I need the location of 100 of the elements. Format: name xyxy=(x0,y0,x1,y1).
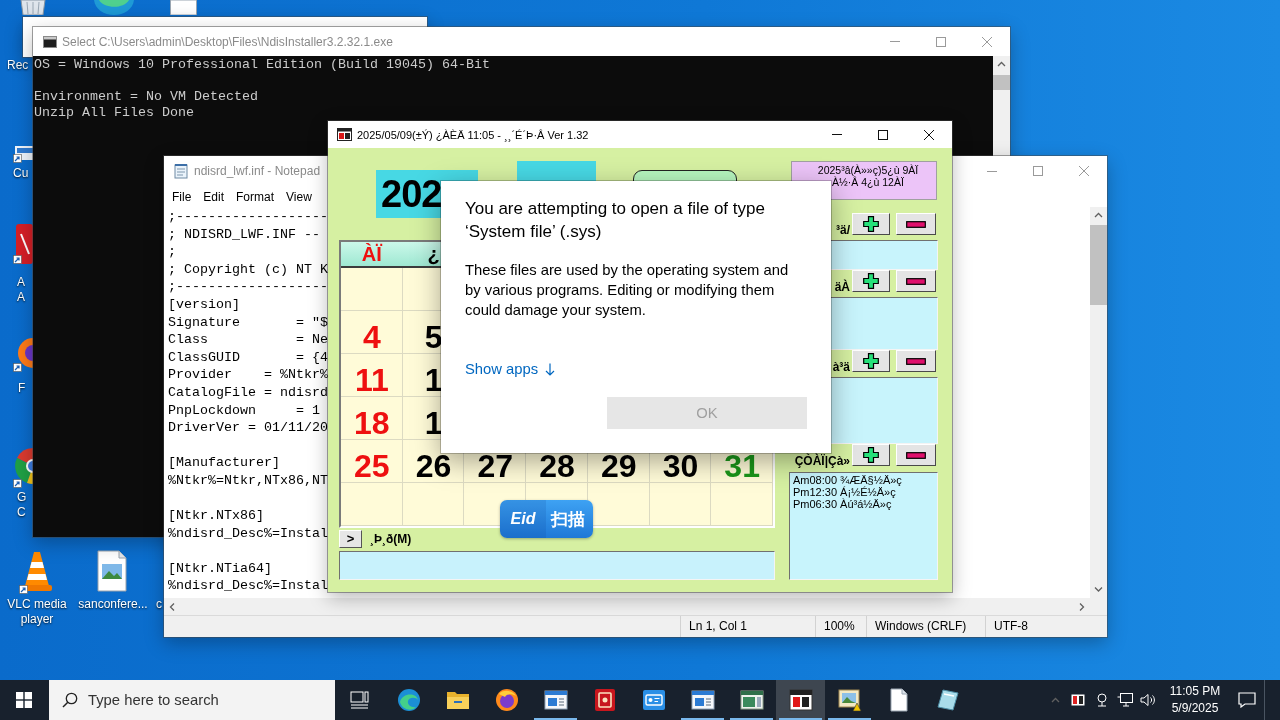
minus-icon xyxy=(906,220,926,228)
memo-field[interactable] xyxy=(339,551,775,580)
network-icon[interactable] xyxy=(1117,693,1133,707)
shortcut-icon[interactable] xyxy=(13,224,33,266)
add-button[interactable] xyxy=(852,350,890,372)
icon-label[interactable]: Rec xyxy=(7,58,33,73)
date-number[interactable]: 25 xyxy=(354,454,390,477)
search-field[interactable]: Type here to search xyxy=(49,680,335,720)
date-number[interactable]: 5 xyxy=(424,325,443,348)
date-number[interactable]: 18 xyxy=(354,411,390,434)
list-entry[interactable]: Pm12:30 Á¡½É½Ä»ç xyxy=(793,486,896,498)
scan-button[interactable]: Eid 扫描 xyxy=(500,500,593,538)
remove-button[interactable] xyxy=(896,444,936,466)
clock-time[interactable]: 11:05 PM xyxy=(1169,683,1221,700)
section-label: ³ä/ xyxy=(835,224,850,237)
text-line: %ndisrd_Desc%=Instal xyxy=(168,577,328,596)
remove-button[interactable] xyxy=(896,213,936,235)
scrollbar[interactable] xyxy=(164,598,1107,615)
folder-icon[interactable] xyxy=(445,690,470,710)
notification-icon[interactable] xyxy=(1238,692,1256,708)
date-number[interactable]: 29 xyxy=(600,454,637,477)
icon-label[interactable]: c xyxy=(156,597,164,612)
add-button[interactable] xyxy=(852,444,890,466)
swirl-icon[interactable] xyxy=(396,688,421,712)
remove-button[interactable] xyxy=(896,270,936,292)
speaker-icon[interactable] xyxy=(1140,693,1156,707)
scroll-up-icon[interactable] xyxy=(997,61,1006,68)
date-number[interactable]: 1 xyxy=(424,411,443,434)
scroll-up-icon[interactable] xyxy=(1094,212,1103,219)
date-number[interactable]: 31 xyxy=(724,454,760,477)
scrollbar-thumb[interactable] xyxy=(1090,225,1107,305)
weekday-header: ¿ xyxy=(427,243,440,265)
window-icon[interactable] xyxy=(739,690,764,710)
scrollbar-thumb[interactable] xyxy=(993,75,1010,90)
glass-pane-icon[interactable] xyxy=(935,688,960,712)
scroll-down-icon[interactable] xyxy=(1094,586,1103,593)
icon-label[interactable]: Cu xyxy=(13,166,33,181)
maximize-icon xyxy=(1033,166,1043,176)
task-view-icon[interactable] xyxy=(349,691,370,709)
icon-label[interactable]: G C xyxy=(17,490,33,520)
date-number[interactable]: 4 xyxy=(362,325,381,348)
icon-label[interactable]: VLC media player xyxy=(0,597,74,627)
list-entry[interactable]: Pm06:30 Àú³á½Ä»ç xyxy=(793,498,892,510)
menu-item[interactable]: File xyxy=(166,187,198,206)
taskbar-app[interactable] xyxy=(776,680,825,720)
date-info-text: À½·Â 4¿ù 12ÀÏ xyxy=(832,176,904,188)
date-number[interactable]: 27 xyxy=(477,454,514,477)
section-label: äÀ xyxy=(833,281,850,294)
date-number[interactable]: 30 xyxy=(662,454,699,477)
show-apps-link[interactable]: Show apps xyxy=(465,359,556,379)
console-text: Environment = No VM Detected xyxy=(34,89,258,105)
window-title: Select C:\Users\admin\Desktop\Files\NdisInstaller3.2.32.1.exe xyxy=(62,34,393,49)
document-icon[interactable] xyxy=(889,688,908,712)
menu-item[interactable]: View xyxy=(280,187,318,206)
text-line: Signature = "$ xyxy=(168,313,328,332)
icon-label[interactable]: F xyxy=(18,381,33,396)
id-card-icon[interactable] xyxy=(641,689,666,711)
menu-item[interactable]: Edit xyxy=(197,187,231,206)
minimize-icon xyxy=(987,170,997,172)
remove-button[interactable] xyxy=(896,350,936,372)
section-label: à³ä xyxy=(831,361,850,374)
webcam-icon[interactable] xyxy=(1095,693,1109,707)
chevron-up-icon[interactable] xyxy=(1050,696,1060,704)
picture-warning-icon[interactable] xyxy=(837,688,862,712)
clock-date[interactable]: 5/9/2025 xyxy=(1171,700,1219,717)
traffic-cone-icon[interactable] xyxy=(19,550,55,594)
window-icon[interactable] xyxy=(690,690,715,710)
date-number[interactable]: 1 xyxy=(424,368,443,391)
text-line: ;------------------- xyxy=(168,208,328,226)
expand-button[interactable]: > xyxy=(339,530,362,548)
brand-logo: Eid xyxy=(500,500,546,538)
icon-label[interactable]: sanconfere... xyxy=(77,597,149,612)
scroll-right-icon[interactable] xyxy=(1078,602,1085,611)
window-icon[interactable] xyxy=(543,690,568,710)
scrollbar[interactable] xyxy=(1090,207,1107,598)
list-entry[interactable]: Am08:00 ¾ÆÄ§½Ä»ç xyxy=(793,474,902,486)
image-file-icon[interactable] xyxy=(95,550,129,592)
icon-label[interactable]: A A xyxy=(17,275,33,305)
windows-logo-icon xyxy=(16,692,32,708)
add-button[interactable] xyxy=(852,270,890,292)
close-icon xyxy=(924,129,934,140)
text-line: [Ntkr.NTia64] xyxy=(168,559,272,578)
calendar-icon[interactable] xyxy=(788,689,813,711)
globe-icon[interactable] xyxy=(494,688,519,712)
text-line: ; Copyright (c) NT K xyxy=(168,260,328,279)
scrollbar[interactable] xyxy=(993,56,1010,156)
add-button[interactable] xyxy=(852,213,890,235)
date-number[interactable]: 11 xyxy=(354,368,389,391)
minimize-icon xyxy=(832,134,842,135)
input-method-icon[interactable] xyxy=(1071,694,1085,706)
date-number[interactable]: 26 xyxy=(415,454,452,477)
scroll-left-icon[interactable] xyxy=(169,602,176,611)
bin-icon[interactable] xyxy=(20,0,46,15)
menu-item[interactable]: Format xyxy=(230,187,281,206)
list-box[interactable]: Am08:00 ¾ÆÄ§½Ä»ç Pm12:30 Á¡½É½Ä»ç Pm06:30 Àú³á½Ä»ç xyxy=(789,472,938,580)
date-number[interactable]: 28 xyxy=(539,454,575,477)
shortcut-icon[interactable] xyxy=(13,146,33,163)
stamp-icon[interactable] xyxy=(593,688,616,712)
text-line: ; xyxy=(168,243,176,261)
minus-icon xyxy=(906,357,926,365)
